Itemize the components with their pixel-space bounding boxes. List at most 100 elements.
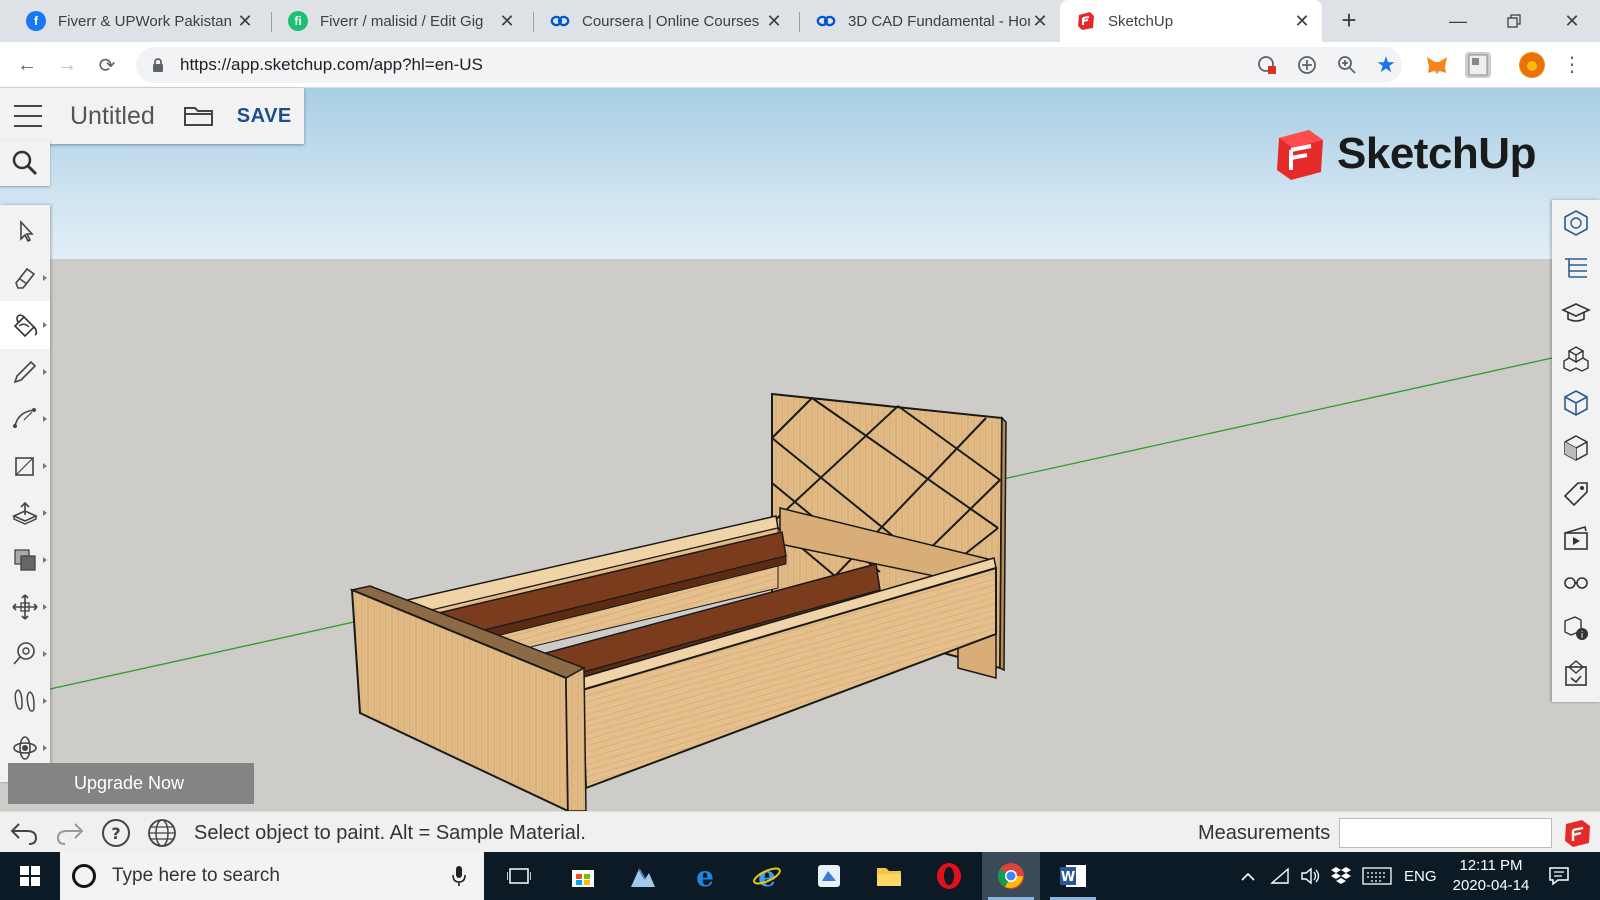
edge-icon[interactable]: e — [676, 852, 734, 900]
browser-menu-icon[interactable]: ⋮ — [1562, 52, 1582, 77]
move-tool-icon[interactable] — [0, 583, 50, 631]
file-title[interactable]: Untitled — [70, 102, 155, 131]
close-tab-icon[interactable]: ✕ — [235, 11, 255, 32]
volume-icon[interactable] — [1300, 852, 1322, 900]
browser-tab-sketchup[interactable]: SketchUp ✕ — [1060, 0, 1322, 42]
browser-tab-3d-cad[interactable]: 3D CAD Fundamental - Hor ✕ — [800, 0, 1060, 42]
extension-icon[interactable] — [1465, 52, 1491, 78]
app-icon[interactable] — [800, 852, 858, 900]
restore-window-icon[interactable] — [1486, 0, 1542, 42]
hamburger-menu-icon[interactable] — [14, 105, 42, 127]
left-toolbar — [0, 205, 50, 782]
tab-title: Coursera | Online Courses F — [582, 12, 764, 30]
show-hidden-icons[interactable] — [1240, 852, 1256, 900]
browser-tab-fiverr-gig[interactable]: fi Fiverr / malisid / Edit Gig ✕ — [272, 0, 527, 42]
minimize-window-icon[interactable]: — — [1430, 0, 1486, 42]
new-tab-button[interactable]: + — [1335, 7, 1363, 35]
rectangle-tool-icon[interactable] — [0, 442, 50, 490]
tags-icon[interactable] — [1552, 470, 1600, 515]
browser-tab-coursera[interactable]: Coursera | Online Courses F ✕ — [534, 0, 794, 42]
profile-avatar[interactable] — [1519, 52, 1545, 78]
save-button[interactable]: SAVE — [237, 105, 292, 128]
close-window-icon[interactable]: ✕ — [1544, 0, 1600, 42]
facebook-icon: f — [26, 11, 46, 31]
opera-icon[interactable] — [920, 852, 978, 900]
chrome-icon[interactable] — [982, 852, 1040, 900]
components-icon[interactable] — [1552, 335, 1600, 380]
eraser-tool-icon[interactable] — [0, 254, 50, 302]
help-icon[interactable]: ? — [100, 818, 132, 848]
close-tab-icon[interactable]: ✕ — [1030, 11, 1050, 32]
paint-bucket-tool-icon[interactable] — [0, 301, 50, 349]
svg-text:e: e — [758, 862, 776, 890]
materials-icon[interactable] — [1552, 380, 1600, 425]
microphone-icon[interactable] — [452, 865, 466, 887]
dropbox-icon[interactable] — [1330, 852, 1352, 900]
offset-tool-icon[interactable] — [0, 536, 50, 584]
close-tab-icon[interactable]: ✕ — [497, 11, 517, 32]
model-info-icon[interactable]: i — [1552, 605, 1600, 650]
install-app-icon[interactable] — [1294, 52, 1320, 78]
tab-title: Fiverr / malisid / Edit Gig — [320, 12, 484, 30]
explorer-icon[interactable] — [860, 852, 918, 900]
windows-start-icon[interactable] — [0, 852, 60, 900]
svg-text:e: e — [696, 862, 714, 890]
forward-arrow-icon[interactable]: → — [52, 50, 82, 80]
search-button[interactable] — [0, 140, 50, 186]
bookmark-star-icon[interactable]: ★ — [1373, 52, 1399, 78]
file-panel: Untitled SAVE — [0, 88, 304, 144]
outliner-icon[interactable] — [1552, 245, 1600, 290]
scenes-icon[interactable] — [1552, 515, 1600, 560]
tab-title: 3D CAD Fundamental - Hor — [848, 12, 1030, 30]
sketchup-icon — [1076, 11, 1096, 31]
address-bar[interactable]: https://app.sketchup.com/app?hl=en-US — [136, 47, 1402, 83]
coursera-icon — [550, 11, 570, 31]
status-bar: ? Select object to paint. Alt = Sample M… — [0, 811, 1600, 852]
action-center-icon[interactable] — [1548, 852, 1570, 900]
store-icon[interactable] — [554, 852, 612, 900]
pencil-line-tool-icon[interactable] — [0, 348, 50, 396]
task-view-icon[interactable] — [490, 852, 548, 900]
sketchup-logo-icon — [1277, 130, 1323, 180]
word-icon[interactable]: W — [1044, 852, 1102, 900]
walk-tool-icon[interactable] — [0, 677, 50, 725]
photos-icon[interactable] — [614, 852, 672, 900]
address-url: https://app.sketchup.com/app?hl=en-US — [180, 55, 483, 74]
clock-time: 12:11 PM — [1459, 857, 1523, 874]
push-pull-tool-icon[interactable] — [0, 489, 50, 537]
measurements-input[interactable] — [1339, 818, 1552, 848]
display-icon[interactable] — [1552, 560, 1600, 605]
sketchup-status-logo-icon[interactable] — [1562, 818, 1594, 848]
taskbar-clock[interactable]: 12:11 PM 2020-04-14 — [1446, 856, 1536, 896]
close-tab-icon[interactable]: ✕ — [764, 11, 784, 32]
globe-language-icon[interactable] — [146, 818, 178, 848]
solid-inspector-icon[interactable] — [1552, 650, 1600, 695]
upgrade-now-button[interactable]: Upgrade Now — [8, 763, 254, 804]
back-arrow-icon[interactable]: ← — [12, 50, 42, 80]
modeling-viewport[interactable] — [0, 88, 1600, 811]
undo-icon[interactable] — [8, 818, 40, 848]
language-indicator[interactable]: ENG — [1404, 852, 1437, 900]
3d-model-scene[interactable] — [0, 88, 1600, 811]
blocked-cookies-icon[interactable] — [1254, 52, 1280, 78]
search-icon — [12, 150, 38, 176]
instructor-icon[interactable] — [1552, 290, 1600, 335]
metamask-extension-icon[interactable] — [1424, 52, 1450, 78]
browser-tab-fiverr-upwork[interactable]: f Fiverr & UPWork Pakistan | F ✕ — [10, 0, 265, 42]
folder-open-icon[interactable] — [183, 104, 215, 128]
keyboard-icon[interactable] — [1362, 852, 1392, 900]
zoom-icon[interactable] — [1334, 52, 1360, 78]
redo-icon[interactable] — [54, 818, 86, 848]
reload-icon[interactable]: ⟳ — [92, 50, 122, 80]
network-icon[interactable] — [1270, 852, 1290, 900]
lock-icon — [153, 58, 163, 72]
arc-tool-icon[interactable] — [0, 395, 50, 443]
svg-text:?: ? — [111, 824, 120, 843]
close-tab-icon[interactable]: ✕ — [1292, 11, 1312, 32]
ie-icon[interactable]: e — [738, 852, 796, 900]
taskbar-search-box[interactable]: Type here to search — [60, 852, 484, 900]
styles-icon[interactable] — [1552, 425, 1600, 470]
entity-info-icon[interactable] — [1552, 200, 1600, 245]
tape-measure-tool-icon[interactable] — [0, 630, 50, 678]
select-tool-icon[interactable] — [0, 207, 50, 255]
